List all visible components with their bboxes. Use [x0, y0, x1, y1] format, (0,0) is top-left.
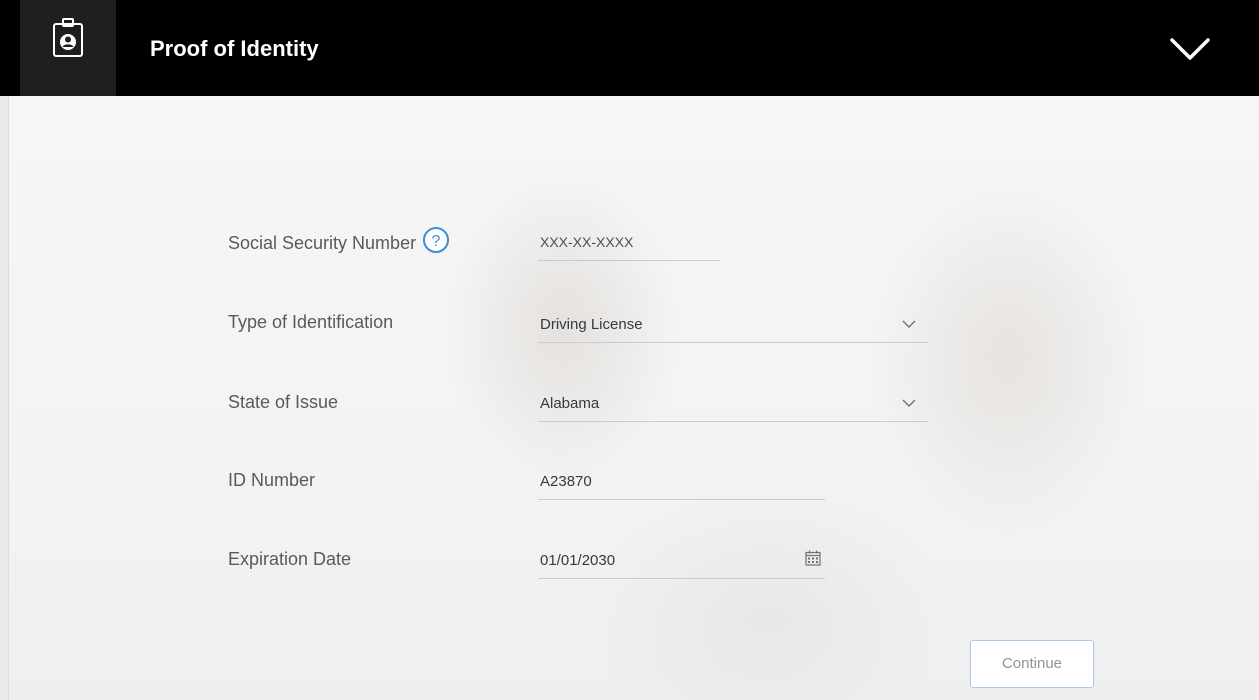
left-edge: [0, 0, 9, 700]
id-badge-icon: [53, 18, 83, 57]
chevron-down-icon[interactable]: [1168, 34, 1212, 64]
id-number-input[interactable]: A23870: [538, 467, 825, 500]
chevron-down-icon[interactable]: [902, 320, 916, 329]
expiration-label: Expiration Date: [228, 549, 352, 569]
id-type-select[interactable]: Driving License: [538, 310, 928, 343]
calendar-icon[interactable]: [805, 550, 821, 566]
page-title: Proof of Identity: [150, 36, 319, 61]
proof-of-identity-page: Proof of Identity Social Security Number…: [0, 0, 1259, 700]
ssn-input[interactable]: XXX-XX-XXXX: [538, 228, 720, 261]
state-select[interactable]: Alabama: [538, 389, 928, 422]
ssn-label: Social Security Number ?: [228, 226, 450, 259]
continue-button[interactable]: Continue: [970, 640, 1094, 688]
chevron-down-icon[interactable]: [902, 399, 916, 408]
header-icon-box: [20, 0, 116, 96]
collapse-toggle[interactable]: [1168, 34, 1212, 64]
id-type-label: Type of Identification: [228, 312, 394, 332]
question-circle-icon[interactable]: ?: [422, 226, 450, 259]
expiration-date-input[interactable]: 01/01/2030: [538, 546, 825, 579]
id-number-label: ID Number: [228, 470, 316, 490]
section-header[interactable]: Proof of Identity: [0, 0, 1259, 96]
svg-text:?: ?: [432, 233, 441, 250]
state-label: State of Issue: [228, 392, 339, 412]
